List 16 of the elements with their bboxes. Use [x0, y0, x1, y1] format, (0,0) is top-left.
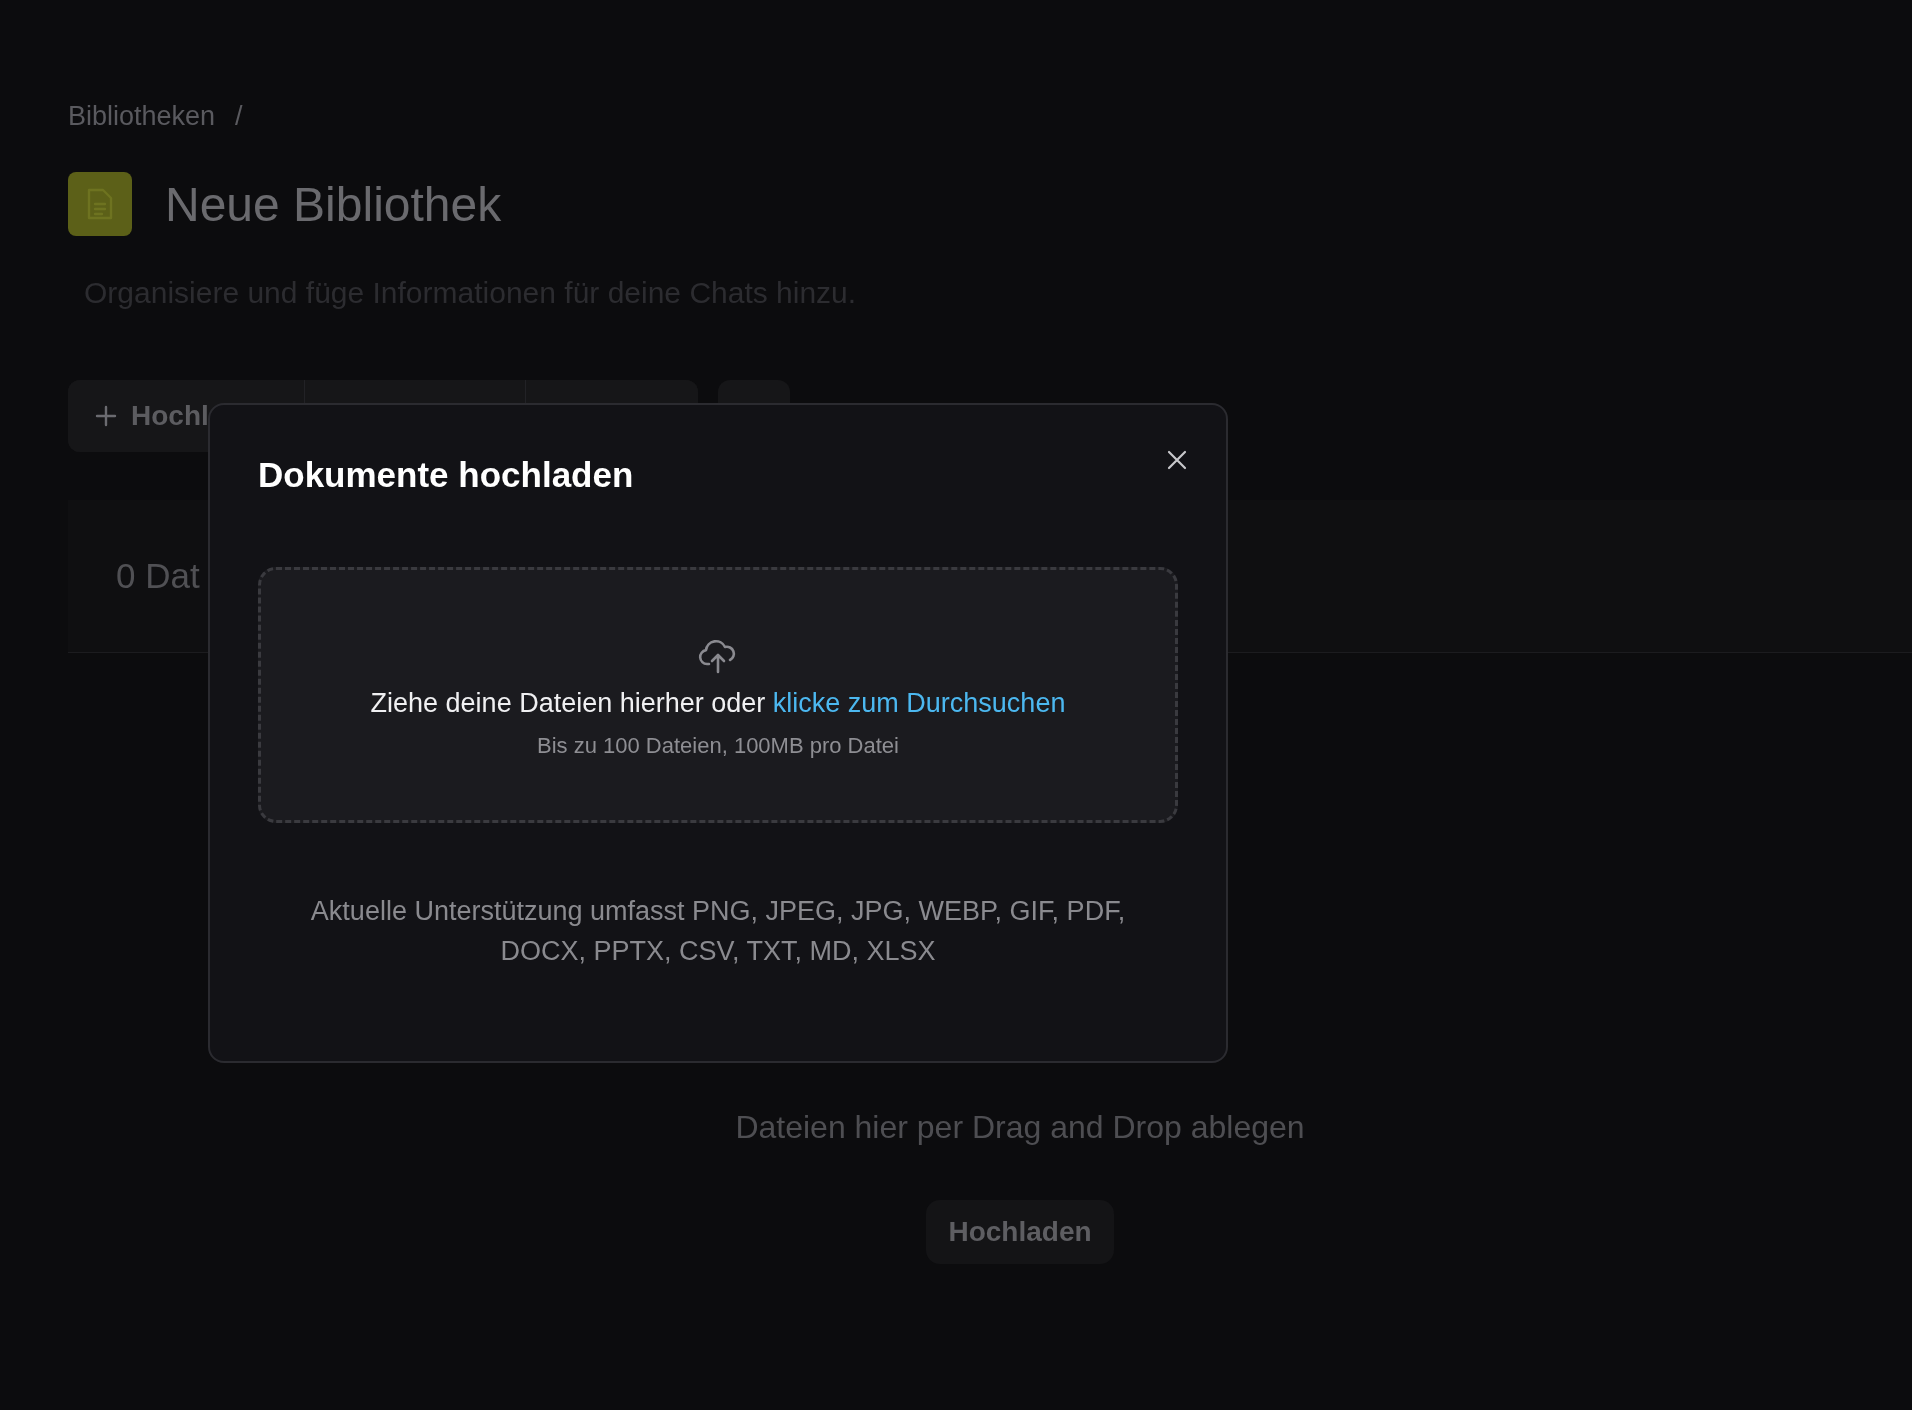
plus-icon: [95, 405, 117, 427]
dropzone[interactable]: Ziehe deine Dateien hierher oder klicke zum Durchsuchen Bis zu 100 Dateien, 100MB pro Datei: [258, 567, 1178, 823]
library-icon: [68, 172, 132, 236]
browse-link[interactable]: klicke zum Durchsuchen: [772, 688, 1066, 718]
cloud-upload-icon: [698, 638, 738, 674]
close-icon[interactable]: [1166, 449, 1188, 471]
upload-limits: Bis zu 100 Dateien, 100MB pro Datei: [537, 733, 899, 759]
breadcrumb-link[interactable]: Bibliotheken: [68, 100, 216, 132]
supported-formats: Aktuelle Unterstützung umfasst PNG, JPEG, JPG, WEBP, GIF, PDF, DOCX, PPTX, CSV, TXT, MD, XLSX: [309, 895, 1127, 968]
empty-message: Dateien hier per Drag and Drop ablegen: [735, 1109, 1305, 1146]
file-count: 0 Dat: [116, 556, 200, 596]
upload-button[interactable]: Hochladen: [926, 1200, 1114, 1264]
dialog-title: Dokumente hochladen: [258, 455, 634, 495]
breadcrumb-separator: /: [235, 100, 243, 132]
library-title: Neue Bibliothek: [165, 176, 502, 232]
drop-prompt: Ziehe deine Dateien hierher oder klicke zum Durchsuchen: [370, 688, 1066, 719]
